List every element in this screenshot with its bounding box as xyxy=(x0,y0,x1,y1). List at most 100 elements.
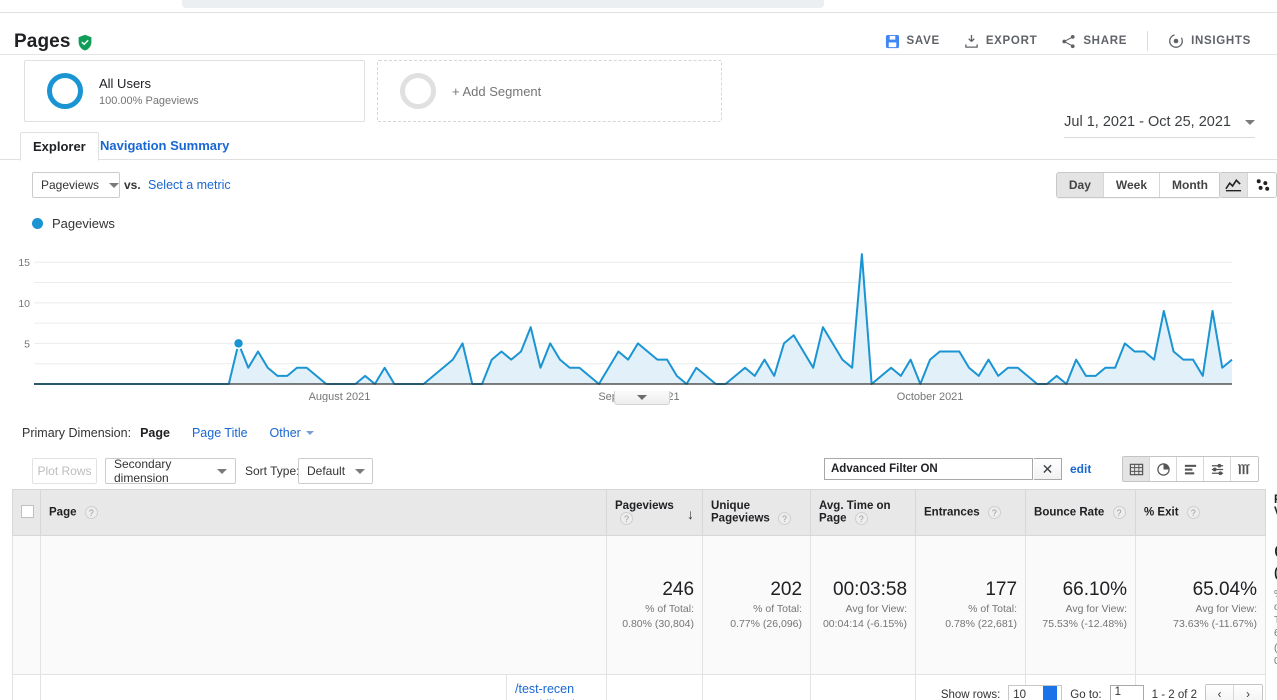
summary-bounce-line1: Avg for View: xyxy=(1065,603,1128,615)
save-button[interactable]: SAVE xyxy=(873,31,952,52)
select-all-checkbox[interactable] xyxy=(21,504,34,518)
show-rows-select[interactable]: 10 xyxy=(1008,685,1063,700)
show-rows-value: 10 xyxy=(1013,689,1027,700)
sort-type-value: Default xyxy=(307,464,346,478)
summary-entrances-line2: 0.78% (22,681) xyxy=(945,618,1018,630)
summary-pageviews-value: 246 xyxy=(662,579,695,600)
plot-rows-button: Plot Rows xyxy=(32,458,97,484)
previous-page-button[interactable]: ‹ xyxy=(1206,685,1234,700)
edit-filter-link[interactable]: edit xyxy=(1070,462,1091,476)
help-icon[interactable]: ? xyxy=(854,512,868,525)
show-rows-label: Show rows: xyxy=(940,689,1001,700)
summary-avg-time-value: 00:03:58 xyxy=(833,579,908,600)
vs-label: vs. xyxy=(124,178,141,192)
export-button[interactable]: EXPORT xyxy=(952,31,1050,52)
segment-all-users[interactable]: All Users 100.00% Pageviews xyxy=(24,60,365,122)
segment-row: All Users 100.00% Pageviews + Add Segmen… xyxy=(0,56,1277,138)
summary-blank-page xyxy=(39,535,608,675)
chevron-down-icon xyxy=(217,468,227,474)
search-pill[interactable] xyxy=(182,0,824,8)
granularity-month[interactable]: Month xyxy=(1160,173,1220,197)
th-exit-pct[interactable]: % Exit ? xyxy=(1135,489,1267,536)
pie-view-icon[interactable] xyxy=(1150,457,1177,481)
insights-button[interactable]: INSIGHTS xyxy=(1156,30,1263,52)
primary-dimension-page[interactable]: Page xyxy=(140,426,170,440)
help-icon[interactable]: ? xyxy=(84,506,98,519)
summary-pageviews-line1: % of Total: xyxy=(645,603,695,615)
secondary-dimension-select[interactable]: Secondary dimension xyxy=(105,457,236,485)
metric-select[interactable]: Pageviews xyxy=(32,172,120,198)
share-button[interactable]: SHARE xyxy=(1049,31,1139,52)
th-page[interactable]: Page ? xyxy=(39,489,608,536)
primary-dimension-page-title[interactable]: Page Title xyxy=(192,426,248,440)
next-page-button[interactable]: › xyxy=(1234,685,1262,700)
svg-text:August 2021: August 2021 xyxy=(309,391,371,402)
go-to-input[interactable]: 1 xyxy=(1109,685,1144,700)
help-icon[interactable]: ? xyxy=(620,512,634,525)
chart-legend: Pageviews xyxy=(32,216,115,231)
svg-text:10: 10 xyxy=(18,298,30,310)
secondary-dimension-value: Secondary dimension xyxy=(114,457,172,485)
summary-bounce: 66.10% Avg for View: 75.53% (-12.48%) xyxy=(1025,535,1137,675)
metric-select-value: Pageviews xyxy=(41,178,100,192)
summary-unique: 202 % of Total: 0.77% (26,096) xyxy=(702,535,812,675)
chevron-down-icon xyxy=(109,182,120,188)
summary-avg-time-line2: 00:04:14 (-6.15%) xyxy=(822,618,908,630)
add-segment-button[interactable]: + Add Segment xyxy=(377,60,722,122)
chart-canvas[interactable]: 51015August 2021September 2021October 20… xyxy=(0,236,1277,402)
shield-check-icon xyxy=(77,34,93,51)
chevron-down-icon xyxy=(355,468,366,474)
metric-controls: Pageviews vs. Select a metric Day Week M… xyxy=(0,168,1277,206)
summary-exit-line1: Avg for View: xyxy=(1195,603,1258,615)
th-pageviews[interactable]: ↓ Pageviews ? xyxy=(606,489,704,536)
table-pagination: Show rows: 10 Go to: 1 1 - 2 of 2 ‹ › xyxy=(0,684,1277,700)
help-icon[interactable]: ? xyxy=(1112,506,1126,519)
table-view-icon[interactable] xyxy=(1123,457,1150,481)
sort-type-label: Sort Type: xyxy=(245,464,300,478)
share-label: SHARE xyxy=(1083,35,1128,47)
clear-filter-button[interactable]: ✕ xyxy=(1034,458,1062,480)
top-search-strip xyxy=(0,0,1277,13)
segment-subtitle: 100.00% Pageviews xyxy=(99,94,199,107)
select-a-metric-link[interactable]: Select a metric xyxy=(148,178,231,192)
table-search-input[interactable]: Advanced Filter ON xyxy=(824,458,1033,480)
bar-view-icon[interactable] xyxy=(1177,457,1204,481)
summary-entrances-value: 177 xyxy=(985,579,1018,600)
th-bounce-rate[interactable]: Bounce Rate ? xyxy=(1025,489,1137,536)
pagination-nav: ‹ › xyxy=(1205,684,1263,700)
granularity-day[interactable]: Day xyxy=(1056,173,1104,197)
summary-exit-line2: 73.63% (-11.67%) xyxy=(1173,618,1258,630)
tab-navigation-summary[interactable]: Navigation Summary xyxy=(88,132,241,160)
granularity-week[interactable]: Week xyxy=(1103,173,1161,197)
save-icon xyxy=(885,34,900,49)
report-actions: SAVE EXPORT SHARE INSIGHTS xyxy=(873,30,1263,52)
legend-dot-icon xyxy=(32,218,43,229)
comparison-view-icon[interactable] xyxy=(1204,457,1231,481)
pivot-view-icon[interactable] xyxy=(1231,457,1258,481)
help-icon[interactable]: ? xyxy=(987,506,1001,519)
summary-avg-time-line1: Avg for View: xyxy=(845,603,908,615)
report-title-bar: Pages SAVE EXPORT SHARE INSIGHTS xyxy=(0,13,1277,55)
summary-bounce-line2: 75.53% (-12.48%) xyxy=(1042,618,1128,630)
sort-type-select[interactable]: Default xyxy=(298,458,373,484)
insights-label: INSIGHTS xyxy=(1191,35,1251,47)
th-avg-time-on-page[interactable]: Avg. Time on Page ? xyxy=(810,489,917,536)
sort-desc-icon: ↓ xyxy=(687,506,695,522)
primary-dimension-other[interactable]: Other xyxy=(270,426,314,440)
chart-collapse-handle[interactable] xyxy=(614,391,670,405)
th-unique-pageviews[interactable]: Unique Pageviews ? xyxy=(702,489,812,536)
save-label: SAVE xyxy=(906,35,940,47)
line-chart-icon[interactable] xyxy=(1220,173,1248,197)
scatter-chart-icon[interactable] xyxy=(1248,173,1276,197)
summary-unique-line1: % of Total: xyxy=(753,603,803,615)
th-entrances-label: Entrances xyxy=(924,506,980,519)
table-header-row: Page ? ↓ Pageviews ? Unique Pageviews ? … xyxy=(12,489,1277,536)
th-bounce-rate-label: Bounce Rate xyxy=(1034,506,1105,519)
help-icon[interactable]: ? xyxy=(1186,506,1200,519)
toolbar-divider xyxy=(1147,31,1149,51)
th-page-label: Page xyxy=(49,506,77,519)
tab-explorer[interactable]: Explorer xyxy=(20,132,99,161)
th-entrances[interactable]: Entrances ? xyxy=(915,489,1027,536)
help-icon[interactable]: ? xyxy=(778,512,792,525)
summary-pageviews: 246 % of Total: 0.80% (30,804) xyxy=(606,535,704,675)
